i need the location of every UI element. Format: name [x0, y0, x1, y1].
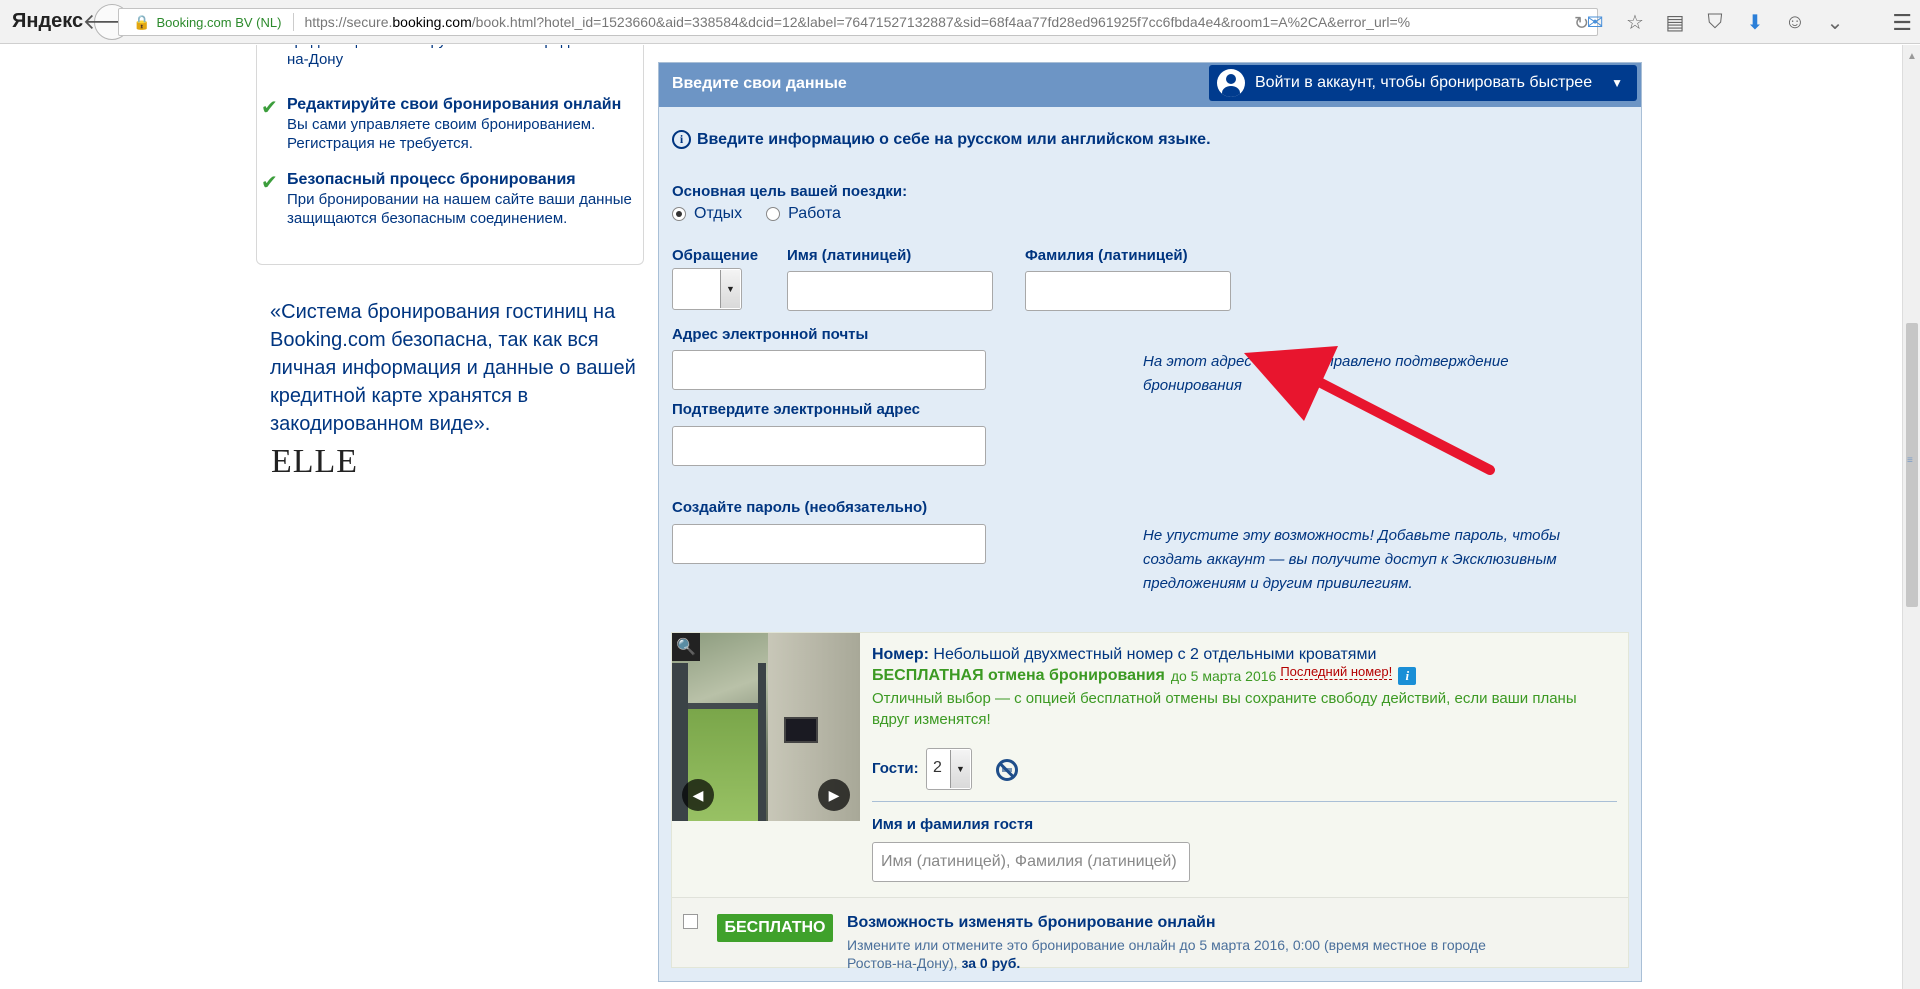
- room-title: Номер: Небольшой двухместный номер с 2 о…: [872, 646, 1376, 664]
- salutation-label: Обращение: [672, 247, 759, 264]
- browser-logo: Яндекс: [12, 10, 84, 32]
- select-arrow-icon[interactable]: ▼: [720, 270, 740, 308]
- guests-label: Гости:: [872, 760, 919, 777]
- first-name-label: Имя (латиницей): [787, 247, 912, 264]
- elle-logo: ELLE: [271, 443, 359, 480]
- prev-photo-icon[interactable]: ◀: [682, 779, 714, 811]
- lock-icon: 🔒: [133, 13, 151, 30]
- benefits-box: средней цены 2 450 руб. за ночь в городе…: [256, 45, 644, 265]
- zoom-icon[interactable]: 🔍: [672, 633, 700, 661]
- language-notice-text: Введите информацию о себе на русском или…: [697, 130, 1211, 148]
- reading-list-icon[interactable]: ▤: [1655, 8, 1695, 36]
- select-arrow-icon[interactable]: ▼: [950, 750, 970, 788]
- pocket-icon[interactable]: ⛉: [1695, 8, 1735, 36]
- free-cancel-text: БЕСПЛАТНАЯ отмена бронирования: [872, 667, 1165, 684]
- benefit-text: средней цены 2 450 руб. за ночь в городе…: [287, 45, 635, 68]
- checkmark-icon: ✔: [261, 97, 278, 119]
- email-input[interactable]: [672, 350, 986, 390]
- email-label: Адрес электронной почты: [672, 326, 869, 343]
- photo-bunk-frame: [758, 663, 766, 821]
- benefit-edit-online: ✔ Редактируйте свои бронирования онлайн …: [261, 95, 637, 153]
- info-icon: i: [672, 130, 691, 149]
- address-bar[interactable]: 🔒 Booking.com BV (NL) https://secure.boo…: [118, 8, 1598, 36]
- scroll-up-icon[interactable]: ▲: [1907, 51, 1917, 62]
- password-input[interactable]: [672, 524, 986, 564]
- bookmark-star-icon[interactable]: ☆: [1615, 8, 1655, 36]
- mail-icon[interactable]: ✉: [1575, 8, 1615, 36]
- email-confirm-input[interactable]: [672, 426, 986, 466]
- guests-value: 2: [933, 759, 942, 776]
- login-button-label: Войти в аккаунт, чтобы бронировать быстр…: [1255, 74, 1593, 91]
- password-label: Создайте пароль (необязательно): [672, 499, 928, 516]
- free-cancel-until: до 5 марта 2016: [1170, 668, 1277, 684]
- extra-option-desc-text: Измените или отмените это бронирование о…: [847, 937, 1486, 971]
- page-content: средней цены 2 450 руб. за ночь в городе…: [0, 45, 1902, 989]
- hamburger-menu-icon[interactable]: ☰: [1892, 10, 1912, 36]
- radio-business[interactable]: [766, 207, 781, 221]
- benefit-title: Безопасный процесс бронирования: [287, 171, 576, 188]
- photo-monitor: [784, 717, 818, 743]
- chevron-down-icon[interactable]: ⌄: [1815, 8, 1855, 36]
- caret-down-icon: ▼: [1611, 76, 1623, 90]
- trip-purpose-label: Основная цель вашей поездки:: [672, 183, 908, 200]
- chat-icon[interactable]: ☺: [1775, 8, 1815, 36]
- password-hint: Не упустите эту возможность! Добавьте па…: [1143, 527, 1561, 592]
- extra-option-row: БЕСПЛАТНО Возможность изменять бронирова…: [672, 897, 1628, 971]
- guest-name-input[interactable]: [872, 842, 1190, 882]
- free-cancellation: БЕСПЛАТНАЯ отмена бронирования до 5 март…: [872, 663, 1417, 685]
- url-text: https://secure.booking.com/book.html?hot…: [304, 14, 1411, 30]
- free-cancel-note: Отличный выбор — с опцией бесплатной отм…: [872, 690, 1577, 728]
- testimonial-quote: «Система бронирования гостиниц на Bookin…: [270, 301, 636, 435]
- login-button[interactable]: Войти в аккаунт, чтобы бронировать быстр…: [1209, 65, 1637, 101]
- trip-purpose-radios: Отдых Работа: [672, 205, 865, 223]
- room-label: Номер:: [872, 646, 929, 663]
- form-title: Введите свои данные: [672, 75, 847, 92]
- benefit-secure: ✔ Безопасный процесс бронирования При бр…: [261, 170, 637, 228]
- user-icon: [1217, 69, 1245, 97]
- browser-toolbar: Яндекс 🡐 🔒 Booking.com BV (NL) https://s…: [0, 0, 1920, 44]
- download-icon[interactable]: ⬇: [1735, 8, 1775, 36]
- last-room-badge: Последний номер!: [1280, 663, 1393, 680]
- address-divider: [293, 13, 295, 31]
- guest-details-form: Введите свои данные Войти в аккаунт, что…: [658, 62, 1642, 982]
- room-photo[interactable]: 🔍 ◀ ▶: [672, 633, 860, 821]
- extra-option-description: Измените или отмените это бронирование о…: [847, 936, 1497, 972]
- guests-select[interactable]: 2 ▼: [926, 748, 972, 790]
- extra-option-title: Возможность изменять бронирование онлайн: [847, 914, 1216, 931]
- free-badge: БЕСПЛАТНО: [717, 914, 833, 942]
- page-scrollbar[interactable]: ▲ ≡: [1902, 45, 1920, 989]
- info-icon[interactable]: i: [1398, 667, 1417, 685]
- no-smoking-icon: [996, 759, 1018, 781]
- site-identity: Booking.com BV (NL): [156, 14, 282, 30]
- extra-option-price: за 0 руб.: [961, 955, 1021, 971]
- benefit-text: Вы сами управляете своим бронированием. …: [287, 116, 596, 152]
- room-divider: [872, 801, 1617, 802]
- form-header: Введите свои данные Войти в аккаунт, что…: [659, 63, 1641, 107]
- radio-business-label[interactable]: Работа: [788, 205, 841, 223]
- salutation-select[interactable]: ▼: [672, 268, 742, 310]
- last-name-label: Фамилия (латиницей): [1025, 247, 1188, 264]
- extra-option-checkbox[interactable]: [683, 914, 698, 929]
- benefit-price: средней цены 2 450 руб. за ночь в городе…: [287, 45, 637, 69]
- benefit-title: Редактируйте свои бронирования онлайн: [287, 96, 622, 113]
- benefit-text: При бронировании на нашем сайте ваши дан…: [287, 191, 632, 227]
- red-arrow-annotation: [1244, 346, 1495, 475]
- checkmark-icon: ✔: [261, 172, 278, 194]
- room-name: Небольшой двухместный номер с 2 отдельны…: [933, 646, 1377, 663]
- next-photo-icon[interactable]: ▶: [818, 779, 850, 811]
- radio-leisure-label[interactable]: Отдых: [694, 205, 742, 223]
- guest-name-label: Имя и фамилия гостя: [872, 816, 1034, 833]
- email-confirm-label: Подтвердите электронный адрес: [672, 401, 920, 418]
- room-details: 🔍 ◀ ▶ Номер: Небольшой двухместный номер…: [671, 632, 1629, 971]
- last-name-input[interactable]: [1025, 271, 1231, 311]
- browser-toolbar-icons: ✉ ☆ ▤ ⛉ ⬇ ☺ ⌄: [1575, 8, 1855, 36]
- first-name-input[interactable]: [787, 271, 993, 311]
- language-notice: i Введите информацию о себе на русском и…: [672, 130, 1211, 149]
- scroll-grip-icon: ≡: [1907, 455, 1913, 466]
- radio-leisure[interactable]: [672, 207, 686, 221]
